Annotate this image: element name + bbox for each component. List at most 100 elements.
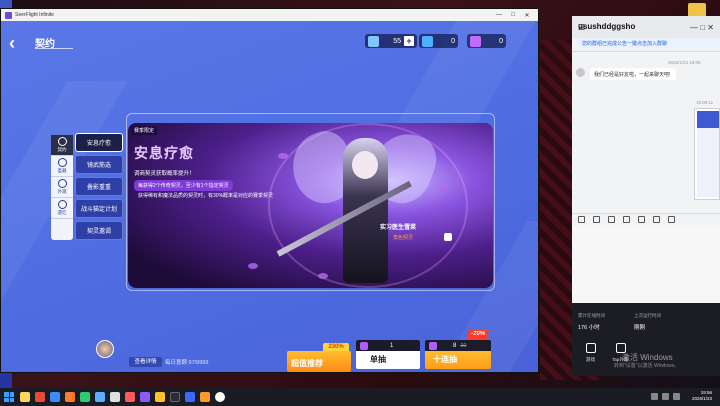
event-item[interactable]: 叠影重重 — [75, 177, 123, 196]
stat-label: 上次运行时间 — [634, 313, 661, 318]
avatar[interactable] — [576, 68, 585, 77]
video-icon[interactable] — [653, 216, 660, 223]
game-titlebar: SeerFlight Infinite — □ ✕ — [1, 9, 538, 21]
single-label: 单抽 — [370, 355, 386, 364]
windows-start-icon[interactable] — [4, 392, 14, 402]
magnifier-icon[interactable] — [444, 233, 452, 241]
event-item[interactable]: 镜武筋选 — [75, 155, 123, 174]
tab-relic[interactable]: 圣器 — [51, 156, 73, 177]
character-face — [352, 151, 378, 179]
back-arrow-icon[interactable]: ‹ — [9, 33, 25, 53]
app-icon[interactable] — [110, 392, 120, 402]
folder-icon[interactable] — [688, 3, 706, 17]
music-icon[interactable] — [638, 216, 645, 223]
ten-old-cost: 10 — [460, 342, 467, 349]
stat-value: 刚刚 — [634, 325, 646, 331]
banner-title: 安息疗愈 — [134, 145, 194, 161]
divider — [572, 51, 720, 52]
maximize-button[interactable]: □ — [506, 12, 520, 18]
currency-crystal: 55 + — [365, 34, 417, 48]
add-currency-button[interactable]: + — [404, 36, 414, 46]
chat-toolbar — [572, 213, 720, 225]
currency-purple-gem: 0 — [467, 34, 506, 48]
clock-date: 2026/1/23 — [691, 396, 712, 401]
petal — [278, 153, 288, 159]
outfit-icon — [57, 179, 67, 188]
tab-outfit[interactable]: 外观 — [51, 177, 73, 198]
game-window: SeerFlight Infinite — □ ✕ ‹ 契约 55 + 0 0 … — [0, 8, 539, 373]
crystal-icon — [368, 35, 379, 47]
banner-description: 获得稀有和魔法品质的契灵时，有30%概率是对应的赛季契灵 — [138, 193, 274, 199]
character-link[interactable]: 角色契灵 — [393, 234, 413, 241]
terminal-icon[interactable] — [170, 392, 180, 402]
battery-icon[interactable] — [673, 393, 680, 400]
game-icon[interactable] — [586, 343, 596, 353]
title-underline — [35, 48, 73, 52]
event-item[interactable]: 战斗猫定计划 — [75, 199, 123, 218]
chat-input[interactable] — [572, 225, 720, 303]
petal — [318, 273, 328, 279]
discount-badge: -20% — [467, 330, 489, 339]
close-button[interactable]: ✕ — [520, 12, 534, 19]
wechat-icon[interactable] — [80, 392, 90, 402]
window-title: SeerFlight Infinite — [15, 12, 54, 18]
app-icon[interactable] — [185, 392, 195, 402]
recommend-label: 超值推荐 — [291, 359, 323, 368]
tab-memory[interactable]: 遗忆 — [51, 198, 73, 219]
petal — [248, 263, 258, 269]
firefox-icon[interactable] — [65, 392, 75, 402]
network-icon[interactable] — [651, 393, 658, 400]
banner-guarantee: 每获得2个传奇契灵，至少有1个指定契灵 — [134, 180, 233, 191]
image-message[interactable] — [694, 108, 720, 200]
tab-contract[interactable]: 契约 — [51, 135, 73, 156]
tab-label: 遗忆 — [57, 210, 67, 215]
avatar[interactable] — [96, 340, 114, 358]
ten-draw-button[interactable]: 8 10 十连抽 — [425, 340, 491, 369]
purple-gem-icon — [429, 341, 437, 350]
stat-value: 176 小时 — [578, 325, 600, 331]
window-controls[interactable]: — □ ✕ — [690, 23, 714, 32]
game-canvas: ‹ 契约 55 + 0 0 契约 圣器 外观 遗忆 安息疗愈 镜武筋选 叠影重重… — [1, 21, 538, 372]
daily-limit: 每日意顾 97/9999 — [165, 360, 209, 366]
tab-label: 圣器 — [57, 168, 67, 173]
system-tray — [651, 393, 680, 400]
single-draw-button[interactable]: 1 单抽 — [356, 340, 420, 369]
relic-icon — [57, 158, 67, 167]
event-item[interactable]: 契灵邀谒 — [75, 221, 123, 240]
currency-blue-gem: 0 — [419, 34, 458, 48]
tab-label: 外观 — [57, 189, 67, 194]
app-icon[interactable] — [125, 392, 135, 402]
event-item[interactable]: 安息疗愈 — [75, 133, 123, 152]
group-notice[interactable]: 您的群组已完成公告一键点击加入群聊 — [578, 38, 720, 48]
file-explorer-icon[interactable] — [20, 392, 30, 402]
banner-rate-up: 调商契灵获取概率提升！ — [134, 171, 195, 177]
clock[interactable]: 19:56 2026/1/23 — [692, 390, 712, 402]
currency-value: 55 — [393, 37, 401, 45]
app-icon[interactable] — [215, 392, 225, 402]
browser-icon[interactable] — [50, 392, 60, 402]
chat-contact-name: usushddggsho — [578, 22, 636, 31]
minimize-button[interactable]: — — [492, 12, 506, 18]
qq-icon[interactable] — [95, 392, 105, 402]
app-icon[interactable] — [155, 392, 165, 402]
folder-icon[interactable] — [608, 216, 615, 223]
stat-label: 累计在线时间 — [578, 313, 605, 318]
currency-value: 0 — [451, 37, 455, 45]
app-icon[interactable] — [200, 392, 210, 402]
image-icon[interactable] — [623, 216, 630, 223]
currency-value: 0 — [499, 37, 503, 45]
chat-message: 我们已经是好友啦，一起来聊天吧! — [590, 68, 676, 80]
single-cost: 1 — [356, 340, 420, 351]
mic-icon[interactable] — [668, 216, 675, 223]
season-tag: 赛季限定 — [131, 126, 158, 135]
app-icon[interactable] — [35, 392, 45, 402]
value-recommend-button[interactable]: 超值推荐 — [287, 351, 351, 372]
scissors-icon[interactable] — [593, 216, 600, 223]
emoji-icon[interactable] — [578, 216, 585, 223]
view-details-button[interactable]: 查看详情 — [129, 357, 162, 367]
app-icon[interactable] — [140, 392, 150, 402]
volume-icon[interactable] — [662, 393, 669, 400]
contract-icon — [57, 137, 67, 146]
ten-cost: 8 10 — [425, 340, 491, 351]
chat-window: ☰ — □ ✕ usushddggsho 您的群组已完成公告一键点击加入群聊 2… — [572, 16, 720, 376]
